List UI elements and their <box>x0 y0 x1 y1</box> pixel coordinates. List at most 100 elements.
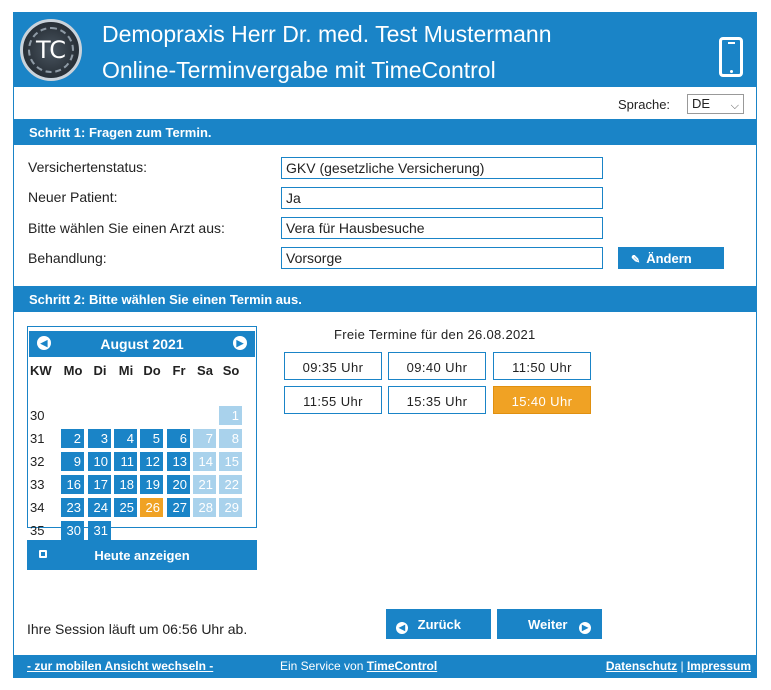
calendar-day[interactable]: 13 <box>167 452 190 471</box>
calendar-week-number: 34 <box>30 500 45 515</box>
calendar-day[interactable]: 20 <box>167 475 190 494</box>
weekday-header: Mi <box>118 363 134 378</box>
calendar-day[interactable]: 10 <box>88 452 111 471</box>
change-button-label: Ändern <box>646 251 692 266</box>
calendar-day[interactable]: 28 <box>193 498 216 517</box>
service-note: Ein Service von TimeControl <box>280 659 437 673</box>
insurance-field: GKV (gesetzliche Versicherung) <box>281 157 603 179</box>
next-button-label: Weiter <box>528 617 568 632</box>
time-slot-button[interactable]: 09:40 Uhr <box>388 352 486 380</box>
back-button-label: Zurück <box>417 617 461 632</box>
calendar-day[interactable]: 5 <box>140 429 163 448</box>
calendar-day[interactable]: 22 <box>219 475 242 494</box>
calendar-day[interactable]: 29 <box>219 498 242 517</box>
page-subtitle: Online-Terminvergabe mit TimeControl <box>102 57 496 83</box>
footer: - zur mobilen Ansicht wechseln - Ein Ser… <box>14 655 756 678</box>
weekday-header: Do <box>143 363 161 378</box>
calendar-week-number: 32 <box>30 454 45 469</box>
calendar-day[interactable]: 21 <box>193 475 216 494</box>
language-label: Sprache: <box>618 97 671 112</box>
legal-links: Datenschutz | Impressum <box>606 659 751 673</box>
calendar-day[interactable]: 30 <box>61 521 84 540</box>
calendar-week-number: 33 <box>30 477 45 492</box>
show-today-button[interactable]: Heute anzeigen <box>27 540 257 570</box>
mobile-phone-icon[interactable] <box>719 37 743 77</box>
calendar-day[interactable]: 3 <box>88 429 111 448</box>
weekday-header: Fr <box>172 363 186 378</box>
calendar-day[interactable]: 26 <box>140 498 163 517</box>
calendar-day[interactable]: 14 <box>193 452 216 471</box>
pencil-icon: ✎ <box>631 254 641 266</box>
doctor-field: Vera für Hausbesuche <box>281 217 603 239</box>
practice-title: Demopraxis Herr Dr. med. Test Mustermann <box>102 21 552 47</box>
weekday-header: Mo <box>63 363 83 378</box>
new-patient-field: Ja <box>281 187 603 209</box>
time-slot-button[interactable]: 15:40 Uhr <box>493 386 591 414</box>
logo-text: TC <box>35 36 66 64</box>
treatment-field: Vorsorge <box>281 247 603 269</box>
calendar-day[interactable]: 27 <box>167 498 190 517</box>
calendar-day[interactable]: 19 <box>140 475 163 494</box>
calendar-day[interactable]: 7 <box>193 429 216 448</box>
calendar-day[interactable]: 23 <box>61 498 84 517</box>
doctor-label: Bitte wählen Sie einen Arzt aus: <box>28 220 225 236</box>
calendar-day[interactable]: 8 <box>219 429 242 448</box>
chevron-left-icon[interactable]: ◀ <box>37 336 51 350</box>
show-today-label: Heute anzeigen <box>94 548 190 563</box>
calendar-day[interactable]: 31 <box>88 521 111 540</box>
time-slot-button[interactable]: 15:35 Uhr <box>388 386 486 414</box>
treatment-label: Behandlung: <box>28 250 107 266</box>
calendar-day[interactable]: 4 <box>114 429 137 448</box>
language-value: DE <box>692 96 711 111</box>
chevron-down-icon: ⌵ <box>730 100 739 112</box>
step1-header: Schritt 1: Fragen zum Termin. <box>14 119 756 145</box>
timecontrol-link[interactable]: TimeControl <box>367 659 437 673</box>
free-slots-title: Freie Termine für den 26.08.2021 <box>334 327 536 342</box>
chevron-right-icon[interactable]: ▶ <box>233 336 247 350</box>
calendar-day[interactable]: 25 <box>114 498 137 517</box>
session-info: Ihre Session läuft um 06:56 Uhr ab. <box>27 621 248 637</box>
weekday-header: Sa <box>197 363 213 378</box>
service-prefix: Ein Service von <box>280 659 367 673</box>
calendar-day[interactable]: 15 <box>219 452 242 471</box>
calendar-day[interactable]: 11 <box>114 452 137 471</box>
booking-frame: TC Demopraxis Herr Dr. med. Test Musterm… <box>13 12 757 678</box>
calendar-day[interactable]: 24 <box>88 498 111 517</box>
calendar-day[interactable]: 18 <box>114 475 137 494</box>
calendar-day[interactable]: 17 <box>88 475 111 494</box>
calendar-day[interactable]: 9 <box>61 452 84 471</box>
calendar-day[interactable]: 2 <box>61 429 84 448</box>
calendar-month: August 2021 <box>100 336 184 352</box>
back-button[interactable]: ◀ Zurück <box>386 609 491 639</box>
language-select[interactable]: DE ⌵ <box>687 94 744 114</box>
calendar-day[interactable]: 12 <box>140 452 163 471</box>
privacy-link[interactable]: Datenschutz <box>606 659 677 673</box>
arrow-left-icon: ◀ <box>396 622 408 634</box>
timecontrol-logo-icon: TC <box>20 19 82 81</box>
time-slot-button[interactable]: 11:50 Uhr <box>493 352 591 380</box>
calendar-icon <box>39 550 47 558</box>
weekday-header: Di <box>93 363 107 378</box>
insurance-label: Versichertenstatus: <box>28 159 148 175</box>
calendar-week-number: 35 <box>30 523 45 538</box>
footer-separator: | <box>680 659 684 673</box>
imprint-link[interactable]: Impressum <box>687 659 751 673</box>
calendar-header: ◀ August 2021 ▶ <box>29 331 255 357</box>
next-button[interactable]: Weiter ▶ <box>497 609 602 639</box>
time-slot-button[interactable]: 09:35 Uhr <box>284 352 382 380</box>
calendar-day[interactable]: 16 <box>61 475 84 494</box>
mobile-view-link[interactable]: - zur mobilen Ansicht wechseln - <box>27 659 213 673</box>
new-patient-label: Neuer Patient: <box>28 189 118 205</box>
header: TC Demopraxis Herr Dr. med. Test Musterm… <box>14 13 756 87</box>
weekday-header: KW <box>30 363 52 378</box>
calendar-day[interactable]: 6 <box>167 429 190 448</box>
arrow-right-icon: ▶ <box>579 622 592 634</box>
calendar-week-number: 31 <box>30 431 45 446</box>
time-slot-button[interactable]: 11:55 Uhr <box>284 386 382 414</box>
step2-header: Schritt 2: Bitte wählen Sie einen Termin… <box>14 286 756 312</box>
change-button[interactable]: ✎ Ändern <box>618 247 724 269</box>
calendar-day[interactable]: 1 <box>219 406 242 425</box>
calendar-week-number: 30 <box>30 408 45 423</box>
calendar: ◀ August 2021 ▶ KW Mo Di Mi Do Fr Sa So 30 1 31 2 3 4… <box>27 326 257 540</box>
weekday-header: So <box>222 363 240 378</box>
